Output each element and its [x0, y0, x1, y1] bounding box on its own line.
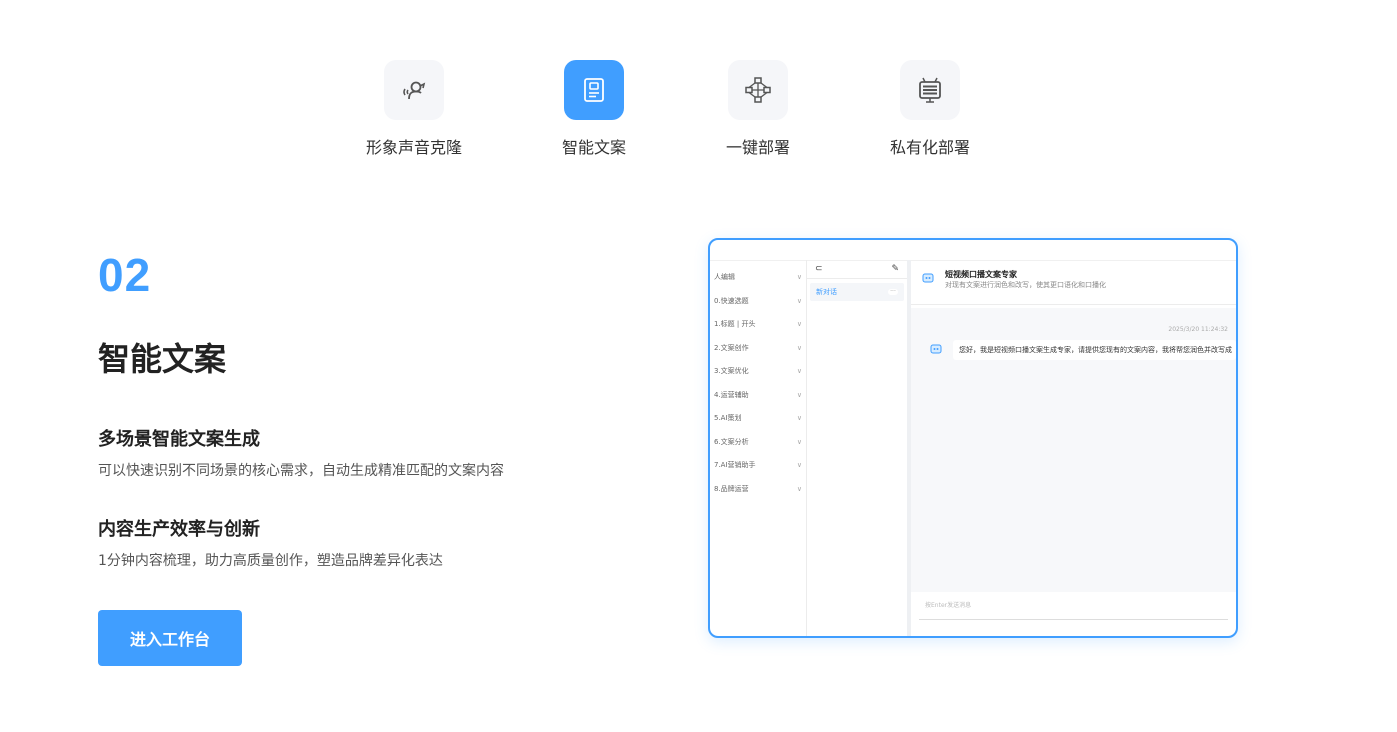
preview-sidebar: 人编辑 ∨ 0.快速选题 ∨ 1.标题 | 开头 ∨ 2.文案创作 ∨ 3.文案优化 ∨ … [710, 260, 807, 636]
network-icon [745, 77, 771, 103]
sidebar-item[interactable]: 8.品牌运营 ∨ [714, 481, 802, 497]
feature-icon-box [564, 60, 624, 120]
sidebar-item-label: 8.品牌运营 [714, 485, 749, 493]
section-number: 02 [98, 249, 152, 301]
section-title: 智能文案 [98, 340, 227, 378]
feature-tab-smart-copy[interactable]: 智能文案 [544, 60, 644, 158]
chat-messages: 2025/3/20 11:24:32 您好，我是短视频口播文案生成专家，请提供您… [911, 308, 1236, 592]
sidebar-item-label: 4.运营辅助 [714, 391, 749, 399]
sidebar-item-label: 0.快速选题 [714, 297, 749, 305]
feature-tab-one-click-deploy[interactable]: 一键部署 [708, 60, 808, 158]
preview-topbar [710, 240, 1236, 261]
feature-label: 私有化部署 [889, 138, 970, 157]
bot-avatar-icon [930, 344, 942, 354]
sidebar-item-label: 6.文案分析 [714, 438, 749, 446]
voice-clone-icon [403, 81, 426, 100]
sidebar-item-label: 3.文案优化 [714, 367, 749, 375]
server-icon [919, 77, 941, 103]
chevron-down-icon: ∨ [796, 297, 802, 305]
chevron-down-icon: ∨ [796, 485, 802, 493]
sidebar-item[interactable]: 3.文案优化 ∨ [714, 363, 802, 379]
bot-avatar-icon [922, 273, 934, 283]
workbench-preview: 人编辑 ∨ 0.快速选题 ∨ 1.标题 | 开头 ∨ 2.文案创作 ∨ 3.文案优化 ∨ … [708, 238, 1238, 638]
message-timestamp: 2025/3/20 11:24:32 [1168, 326, 1228, 333]
point-text: 可以快速识别不同场景的核心需求，自动生成精准匹配的文案内容 [98, 463, 504, 479]
sidebar-item-label: 人编辑 [714, 273, 735, 281]
chevron-down-icon: ∨ [796, 273, 802, 281]
edit-icon[interactable]: ✎ [891, 264, 899, 274]
feature-label: 形象声音克隆 [365, 138, 462, 157]
sidebar-item-label: 1.标题 | 开头 [714, 320, 756, 328]
sidebar-item[interactable]: 0.快速选题 ∨ [714, 293, 802, 309]
bot-message: 您好，我是短视频口播文案生成专家，请提供您现有的文案内容，我将帮您润色并改写成 [953, 340, 1236, 360]
chevron-down-icon: ∨ [796, 438, 802, 446]
feature-icon-box [384, 60, 444, 120]
back-icon[interactable]: ⊂ [815, 264, 823, 274]
conversation-item[interactable]: 新对话 ··· [810, 283, 904, 301]
document-icon [584, 78, 604, 102]
conversation-list: ⊂ ✎ 新对话 ··· [807, 260, 911, 636]
chevron-down-icon: ∨ [796, 461, 802, 469]
sidebar-item[interactable]: 人编辑 ∨ [714, 269, 802, 285]
feature-label: 智能文案 [561, 138, 626, 157]
bot-name: 短视频口播文案专家 [945, 270, 1017, 279]
sidebar-item-label: 7.AI营销助手 [714, 461, 756, 469]
sidebar-item-label: 2.文案创作 [714, 344, 749, 352]
chevron-down-icon: ∨ [796, 367, 802, 375]
enter-workbench-button[interactable]: 进入工作台 [98, 610, 242, 666]
chevron-down-icon: ∨ [796, 391, 802, 399]
sidebar-item[interactable]: 2.文案创作 ∨ [714, 340, 802, 356]
sidebar-item[interactable]: 1.标题 | 开头 ∨ [714, 316, 802, 332]
chevron-down-icon: ∨ [796, 320, 802, 328]
feature-tab-voice-clone[interactable]: 形象声音克隆 [364, 60, 464, 158]
sidebar-item-label: 5.AI策划 [714, 414, 742, 422]
chat-header: 短视频口播文案专家 对现有文案进行润色和改写，使其更口语化和口播化 [911, 260, 1236, 305]
conversation-title: 新对话 [816, 288, 837, 296]
point-heading: 多场景智能文案生成 [98, 429, 260, 450]
sidebar-item[interactable]: 7.AI营销助手 ∨ [714, 457, 802, 473]
chat-panel: 短视频口播文案专家 对现有文案进行润色和改写，使其更口语化和口播化 2025/3… [911, 260, 1236, 636]
chevron-down-icon: ∨ [796, 414, 802, 422]
sidebar-item[interactable]: 6.文案分析 ∨ [714, 434, 802, 450]
point-text: 1分钟内容梳理，助力高质量创作，塑造品牌差异化表达 [98, 553, 443, 569]
sidebar-item[interactable]: 5.AI策划 ∨ [714, 410, 802, 426]
bot-description: 对现有文案进行润色和改写，使其更口语化和口播化 [945, 281, 1106, 289]
feature-tab-private-deploy[interactable]: 私有化部署 [880, 60, 980, 158]
chevron-down-icon: ∨ [796, 344, 802, 352]
feature-icon-box [900, 60, 960, 120]
message-input[interactable]: 按Enter发送消息 [919, 596, 1228, 620]
feature-icon-box [728, 60, 788, 120]
point-heading: 内容生产效率与创新 [98, 519, 260, 540]
conversation-toolbar: ⊂ ✎ [807, 260, 907, 279]
sidebar-item[interactable]: 4.运营辅助 ∨ [714, 387, 802, 403]
more-icon[interactable]: ··· [888, 289, 898, 295]
feature-label: 一键部署 [725, 138, 790, 157]
